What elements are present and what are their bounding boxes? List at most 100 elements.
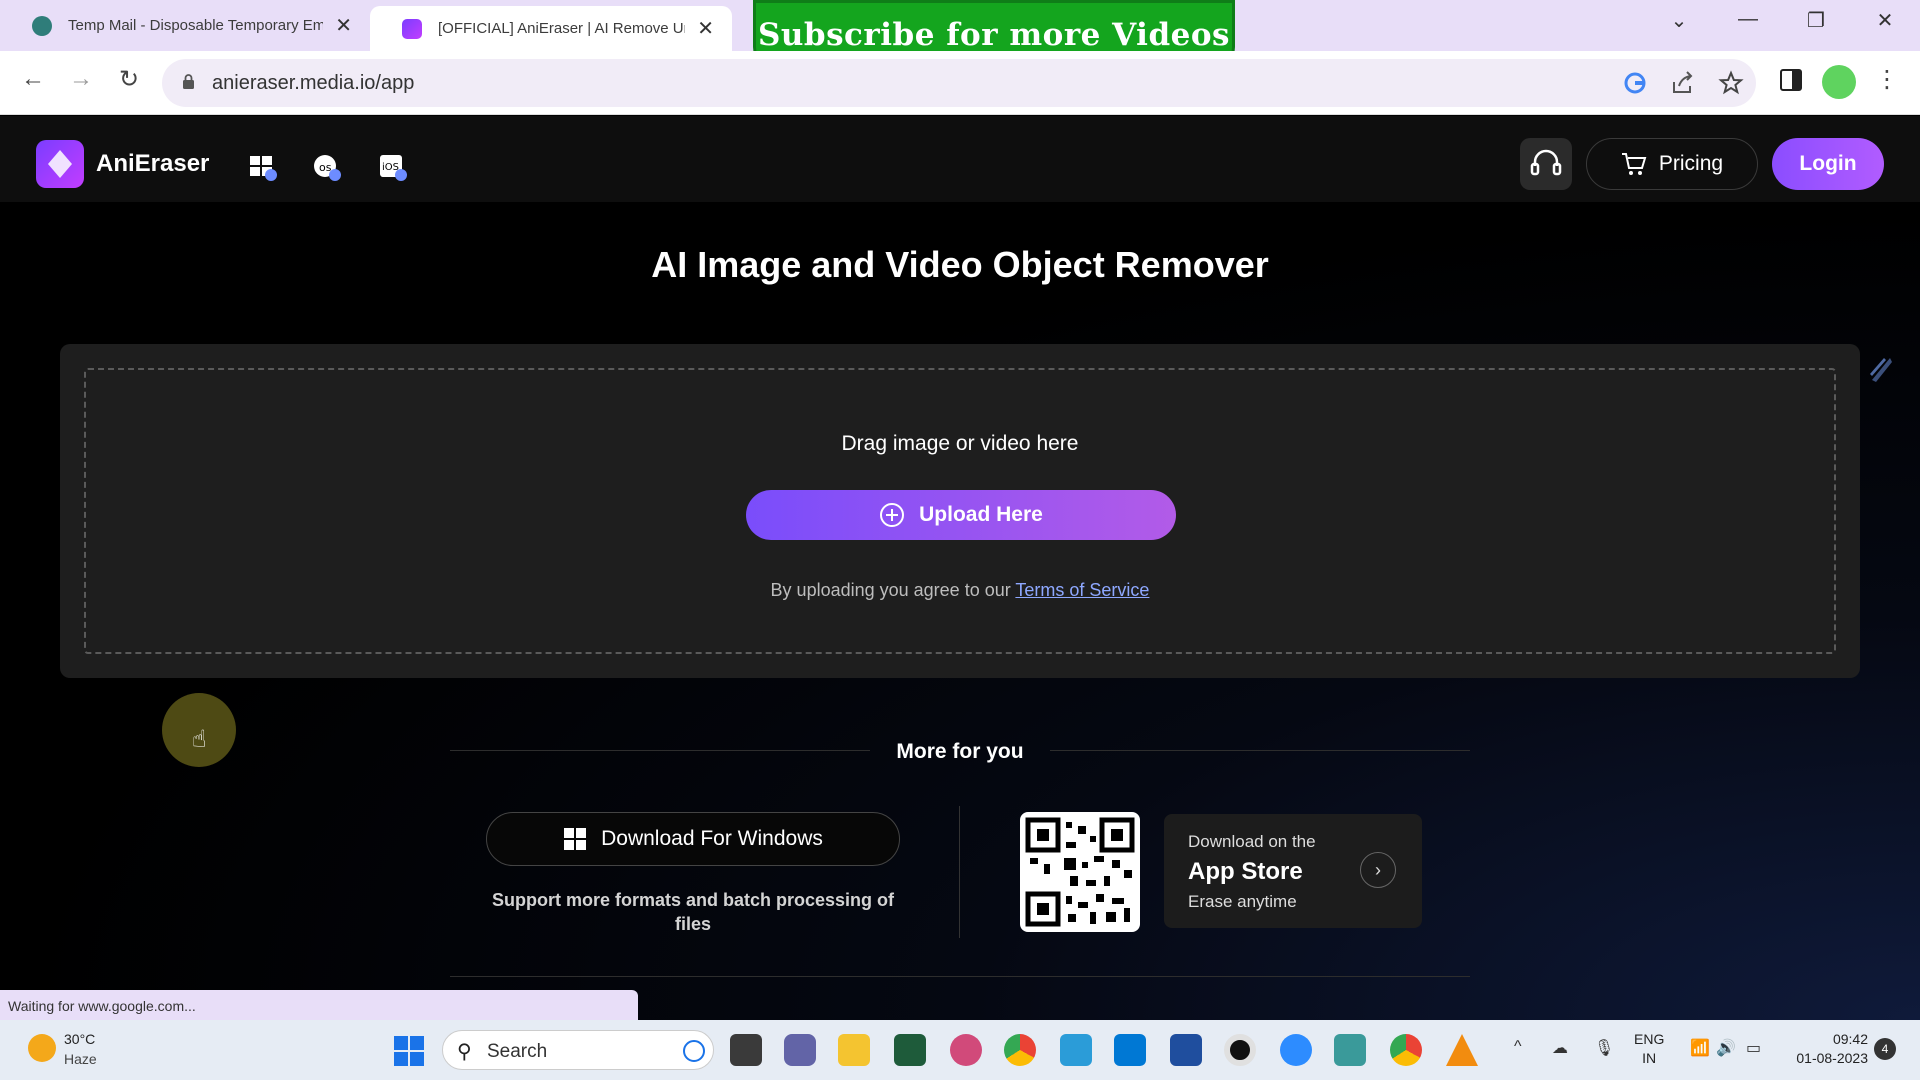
windows-description: Support more formats and batch processin… <box>491 890 895 934</box>
terms-of-service-link[interactable]: Terms of Service <box>1015 580 1149 600</box>
language-code: ENG <box>1634 1031 1665 1047</box>
vlc-icon[interactable] <box>1446 1034 1478 1066</box>
wifi-icon[interactable]: 📶 <box>1690 1038 1710 1058</box>
file-explorer-icon[interactable] <box>838 1034 870 1066</box>
site-header: AniEraser os iOS Pricing Login <box>0 116 1920 202</box>
qr-code-icon <box>1025 817 1135 927</box>
mac-download-icon[interactable]: os <box>312 152 342 182</box>
headphones-app-icon[interactable] <box>950 1034 982 1066</box>
clock-date: 01-08-2023 <box>1796 1050 1868 1066</box>
more-for-you-heading: More for you <box>896 740 1024 763</box>
plus-circle-icon <box>880 503 905 527</box>
google-lens-icon[interactable] <box>1622 70 1648 96</box>
weather-sun-icon[interactable] <box>28 1034 56 1062</box>
volume-icon[interactable]: 🔊 <box>1716 1038 1736 1058</box>
drag-hint: Drag image or video here <box>841 432 1079 455</box>
back-icon[interactable]: ← <box>16 65 50 93</box>
search-icon: ⚲ <box>457 1041 472 1063</box>
vscode-icon[interactable] <box>1114 1034 1146 1066</box>
download-windows-label: Download For Windows <box>601 827 823 850</box>
onedrive-cloud-icon[interactable]: ☁ <box>1552 1038 1568 1058</box>
clock-app-icon[interactable] <box>1334 1034 1366 1066</box>
restore-icon[interactable]: ❐ <box>1801 8 1831 33</box>
show-hidden-icons-icon[interactable]: ^ <box>1514 1038 1522 1056</box>
anieraser-favicon-icon <box>402 18 422 39</box>
browser-status-bar: Waiting for www.google.com... <box>0 990 638 1020</box>
tab-search-icon[interactable]: ⌄ <box>1664 8 1694 33</box>
drop-zone[interactable]: Drag image or video here Upload Here By … <box>84 368 1836 654</box>
lock-icon[interactable] <box>182 74 195 89</box>
windows-logo-icon <box>564 828 587 850</box>
side-panel-icon[interactable] <box>1780 69 1802 91</box>
profile-avatar[interactable] <box>1822 65 1856 99</box>
login-button[interactable]: Login <box>1772 138 1884 190</box>
close-window-icon[interactable]: ✕ <box>1870 8 1900 33</box>
app-store-card[interactable]: Download on the App Store Erase anytime … <box>1164 814 1422 928</box>
language-indicator[interactable]: ENG IN <box>1634 1030 1664 1068</box>
agree-prefix: By uploading you agree to our <box>770 580 1011 600</box>
start-menu-icon[interactable] <box>394 1036 424 1066</box>
download-windows-button[interactable]: Download For Windows <box>486 812 900 866</box>
chrome-active-icon[interactable] <box>1390 1034 1422 1066</box>
pricing-label: Pricing <box>1658 152 1724 175</box>
microphone-icon[interactable]: 🎙 <box>1594 1038 1614 1058</box>
url-text: anieraser.media.io/app <box>212 72 415 94</box>
bookmark-star-icon[interactable] <box>1718 70 1744 96</box>
upload-label: Upload Here <box>919 503 1043 526</box>
tab-anieraser[interactable]: [OFFICIAL] AniEraser | AI Remove Unwa ✕ <box>370 6 732 51</box>
address-bar[interactable]: anieraser.media.io/app <box>162 59 1756 107</box>
bing-icon[interactable] <box>683 1040 705 1062</box>
record-icon[interactable] <box>1224 1034 1256 1066</box>
tab-temp-mail[interactable]: Temp Mail - Disposable Temporary Ema ✕ <box>0 0 370 51</box>
upload-panel: Drag image or video here Upload Here By … <box>60 344 1860 678</box>
teams-chat-icon[interactable] <box>784 1034 816 1066</box>
tab-title: [OFFICIAL] AniEraser | AI Remove Unwa <box>438 20 686 37</box>
clock-time: 09:42 <box>1832 1031 1868 1047</box>
ios-download-icon[interactable]: iOS <box>378 152 408 182</box>
weather-condition[interactable]: Haze <box>64 1051 97 1067</box>
close-tab-icon[interactable]: ✕ <box>335 13 352 38</box>
region-code: IN <box>1642 1050 1657 1066</box>
anieraser-logo-icon[interactable] <box>36 140 84 188</box>
pricing-button[interactable]: Pricing <box>1586 138 1758 190</box>
close-tab-icon[interactable]: ✕ <box>697 16 714 41</box>
headset-icon <box>1530 149 1562 176</box>
upload-button[interactable]: Upload Here <box>746 490 1176 540</box>
task-view-icon[interactable] <box>730 1034 762 1066</box>
support-button[interactable] <box>1520 138 1572 190</box>
search-label: Search <box>487 1041 548 1062</box>
notification-badge[interactable]: 4 <box>1874 1038 1896 1060</box>
chevron-right-icon[interactable]: › <box>1360 852 1396 888</box>
section-divider <box>450 976 1470 977</box>
minimize-icon[interactable]: — <box>1733 8 1763 31</box>
app-arrow-icon[interactable] <box>894 1034 926 1066</box>
subscribe-text: Subscribe for more Videos <box>757 16 1230 53</box>
weather-temperature[interactable]: 30°C <box>64 1031 95 1047</box>
battery-icon[interactable]: ▭ <box>1746 1038 1761 1058</box>
page-title: AI Image and Video Object Remover <box>651 244 1269 285</box>
logo-text[interactable]: AniEraser <box>96 150 209 178</box>
cart-icon <box>1621 153 1647 175</box>
appstore-subtitle: Erase anytime <box>1188 892 1297 911</box>
share-icon[interactable] <box>1670 70 1696 96</box>
appstore-title: App Store <box>1188 858 1303 885</box>
app-store-qr-code <box>1020 812 1140 932</box>
system-clock[interactable]: 09:42 01-08-2023 <box>1788 1030 1868 1068</box>
more-menu-icon[interactable]: ⋮ <box>1870 65 1904 94</box>
forward-icon[interactable]: → <box>64 65 98 93</box>
reload-icon[interactable]: ↻ <box>112 65 146 94</box>
chrome-icon[interactable] <box>1004 1034 1036 1066</box>
whiteboard-icon[interactable] <box>1170 1034 1202 1066</box>
notepad-icon[interactable] <box>1060 1034 1092 1066</box>
browser-toolbar: ← → ↻ anieraser.media.io/app ⋮ <box>0 51 1920 115</box>
windows-taskbar: 30°C Haze ⚲ Search ^ ☁ 🎙 ENG IN 📶 🔊 ▭ 09… <box>0 1020 1920 1080</box>
taskbar-search-box[interactable]: ⚲ Search <box>442 1030 714 1070</box>
windows-download-icon[interactable] <box>248 152 278 182</box>
zoom-icon[interactable] <box>1280 1034 1312 1066</box>
appstore-caption: Download on the <box>1188 832 1316 851</box>
temp-mail-favicon-icon <box>32 15 52 36</box>
vertical-divider <box>959 806 960 938</box>
terms-notice: By uploading you agree to our Terms of S… <box>86 580 1834 601</box>
side-widget-icon[interactable] <box>1862 350 1900 388</box>
main-content: AI Image and Video Object Remover Drag i… <box>0 202 1920 1020</box>
